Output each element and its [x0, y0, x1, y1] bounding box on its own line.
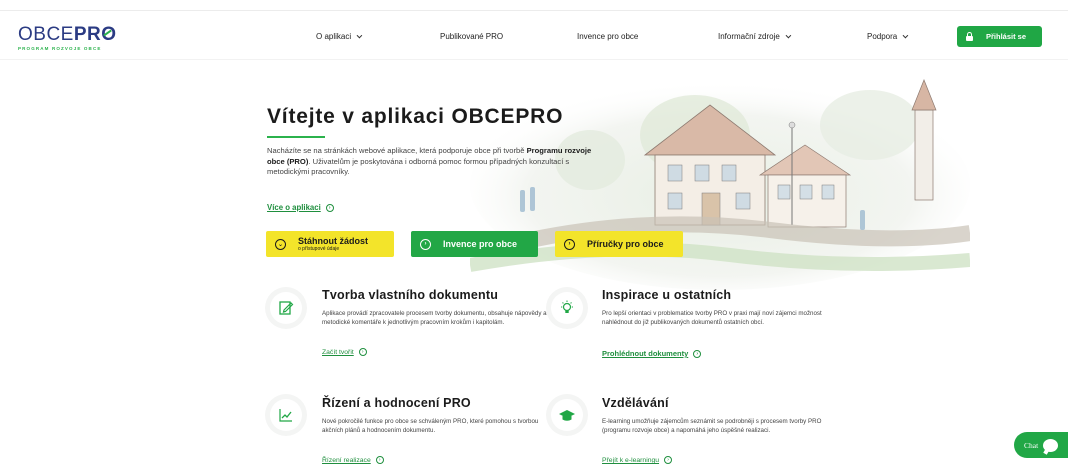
chat-label: Chat	[1024, 440, 1039, 450]
cta-label: Stáhnout žádost	[298, 236, 368, 246]
login-label: Přihlásit se	[986, 32, 1027, 41]
nav-label: Invence pro obce	[577, 32, 639, 41]
chevron-right-circle-icon: ›	[564, 238, 575, 250]
go-to-elearning-link[interactable]: Přejít k e-learningu ›	[602, 456, 673, 464]
nav-label: Publikované PRO	[440, 32, 504, 41]
nav-label: Informační zdroje	[718, 32, 780, 41]
nav-publikovane-pro[interactable]: Publikované PRO	[440, 32, 503, 41]
chevron-right-circle-icon: ›	[375, 456, 384, 464]
more-about-app-link[interactable]: Více o aplikaci ›	[267, 203, 334, 212]
chevron-down-circle-icon: ⌄	[275, 238, 286, 250]
chart-trend-icon	[270, 399, 302, 431]
feature-description: Aplikace provádí zpracovatele procesem t…	[322, 310, 547, 326]
logo-tagline: PROGRAM ROZVOJE OBCE	[18, 46, 102, 51]
graduation-cap-icon	[551, 399, 583, 431]
feature-description: E-learning umožňuje zájemcům seznámit se…	[602, 418, 822, 434]
chevron-right-circle-icon: ›	[664, 456, 673, 464]
nav-informacni-zdroje[interactable]: Informační zdroje	[718, 32, 792, 41]
chevron-down-icon	[785, 32, 792, 39]
cta-label: Invence pro obce	[443, 239, 518, 249]
login-button[interactable]: Přihlásit se	[957, 26, 1042, 47]
nav-o-aplikaci[interactable]: O aplikaci	[316, 32, 363, 41]
logo-wordmark: OBCEPRO	[18, 24, 117, 45]
village-illustration	[470, 79, 970, 290]
chevron-down-icon	[902, 32, 909, 39]
feature-title: Řízení a hodnocení PRO	[322, 396, 471, 410]
lock-icon	[965, 32, 974, 41]
cta-sublabel: o přístupové údaje	[298, 246, 340, 252]
feature-description: Nové pokročilé funkce pro obce se schvál…	[322, 418, 539, 434]
chevron-right-circle-icon: ›	[693, 350, 702, 359]
cta-label: Příručky pro obce	[587, 239, 664, 249]
feature-title: Inspirace u ostatních	[602, 288, 732, 302]
lightbulb-icon	[551, 292, 583, 324]
hero-description: Nacházíte se na stránkách webové aplikac…	[267, 146, 592, 176]
feature-title: Vzdělávání	[602, 396, 669, 410]
download-request-button[interactable]: ⌄ Stáhnout žádost o přístupové údaje	[266, 231, 394, 257]
chat-bubble-icon	[1043, 438, 1059, 452]
nav-invence-pro-obce[interactable]: Invence pro obce	[577, 32, 638, 41]
nav-podpora[interactable]: Podpora	[867, 32, 909, 41]
chevron-right-circle-icon: ›	[358, 348, 367, 356]
chevron-right-circle-icon: ›	[420, 238, 431, 250]
chat-button[interactable]: Chat	[1014, 432, 1068, 458]
chevron-right-circle-icon: ›	[325, 203, 334, 212]
manage-realization-link[interactable]: Řízení realizace ›	[322, 456, 384, 464]
invence-pro-obce-button[interactable]: › Invence pro obce	[411, 231, 538, 257]
browse-documents-link[interactable]: Prohlédnout dokumenty ›	[602, 349, 702, 359]
prirucky-pro-obce-button[interactable]: › Příručky pro obce	[555, 231, 683, 257]
site-header: OBCEPRO PROGRAM ROZVOJE OBCE O aplikaci …	[0, 10, 1068, 60]
hero-title: Vítejte v aplikaci OBCEPRO	[267, 105, 564, 128]
nav-label: Podpora	[867, 32, 898, 41]
chevron-down-icon	[356, 32, 363, 39]
page: OBCEPRO PROGRAM ROZVOJE OBCE O aplikaci …	[0, 0, 1068, 465]
nav-label: O aplikaci	[316, 32, 352, 41]
start-creating-link[interactable]: Začít tvořit ›	[322, 348, 367, 356]
feature-title: Tvorba vlastního dokumentu	[322, 288, 499, 302]
feature-description: Pro lepší orientaci v problematice tvorb…	[602, 310, 822, 326]
obcepro-logo[interactable]: OBCEPRO PROGRAM ROZVOJE OBCE	[18, 25, 118, 55]
document-edit-icon	[270, 292, 302, 324]
title-underline	[267, 136, 325, 138]
